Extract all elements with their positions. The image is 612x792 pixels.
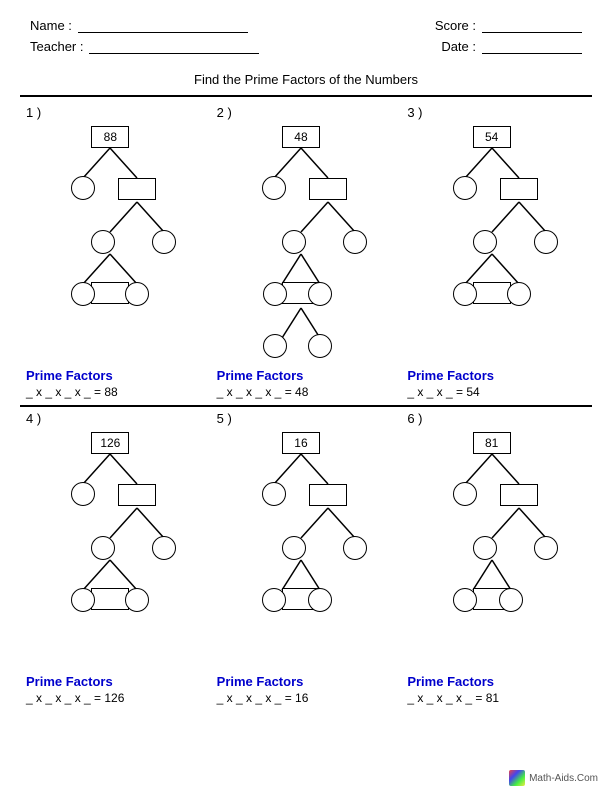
watermark-text: Math-Aids.Com	[529, 773, 598, 784]
problem-6-tree: 81	[427, 428, 567, 668]
node-circle-6-1a	[453, 482, 477, 506]
node-48: 48	[282, 126, 320, 148]
node-54: 54	[473, 126, 511, 148]
node-rect-3-3	[473, 282, 511, 304]
node-circle-6-2a	[473, 536, 497, 560]
node-126: 126	[91, 432, 129, 454]
date-label: Date :	[441, 39, 476, 54]
watermark: Math-Aids.Com	[509, 770, 598, 786]
node-circle-2-1a	[262, 176, 286, 200]
problem-5-pf-eq: _ x _ x _ x _ = 16	[217, 691, 396, 705]
node-circle-2-3a	[263, 282, 287, 306]
node-rect-4-3	[91, 588, 129, 610]
node-circle-3b	[125, 282, 149, 306]
node-circle-6-2b	[534, 536, 558, 560]
problem-4: 4 ) 126 Prime Factors	[20, 407, 211, 709]
node-16: 16	[282, 432, 320, 454]
problem-2-number: 2 )	[217, 105, 396, 120]
node-circle-2b	[152, 230, 176, 254]
node-rect-3-1b	[500, 178, 538, 200]
problem-4-tree: 126	[45, 428, 185, 668]
problem-1: 1 ) 88	[20, 101, 211, 403]
watermark-logo	[509, 770, 525, 786]
node-circle-2-3b	[308, 282, 332, 306]
node-circle-5-2a	[282, 536, 306, 560]
node-circle-2-2a	[282, 230, 306, 254]
problem-3-pf-eq: _ x _ x _ = 54	[407, 385, 586, 399]
node-circle-3-3b	[507, 282, 531, 306]
date-field: Date :	[441, 39, 582, 54]
node-rect-3a	[91, 282, 129, 304]
teacher-field: Teacher :	[30, 39, 259, 54]
node-rect-1b	[118, 178, 156, 200]
name-underline	[78, 19, 248, 33]
problem-6-pf-eq: _ x _ x _ x _ = 81	[407, 691, 586, 705]
problem-5-tree: 16	[236, 428, 376, 668]
problem-2-pf-label: Prime Factors	[217, 368, 396, 383]
node-circle-2-4a	[263, 334, 287, 358]
node-rect-6-1b	[500, 484, 538, 506]
problem-5-number: 5 )	[217, 411, 396, 426]
score-field: Score :	[435, 18, 582, 33]
teacher-underline	[89, 40, 259, 54]
node-circle-2a	[91, 230, 115, 254]
problem-4-pf-eq: _ x _ x _ x _ = 126	[26, 691, 205, 705]
node-circle-2-4b	[308, 334, 332, 358]
problems-grid-top: 1 ) 88	[20, 101, 592, 403]
node-circle-5-3b	[308, 588, 332, 612]
name-field: Name :	[30, 18, 248, 33]
node-circle-4-2b	[152, 536, 176, 560]
problem-2-pf-eq: _ x _ x _ x _ = 48	[217, 385, 396, 399]
node-rect-2-1b	[309, 178, 347, 200]
node-circle-4-3b	[125, 588, 149, 612]
score-label: Score :	[435, 18, 476, 33]
node-circle-6-3b	[499, 588, 523, 612]
node-circle-3-2b	[534, 230, 558, 254]
node-circle-3-1a	[453, 176, 477, 200]
node-circle-5-1a	[262, 482, 286, 506]
node-rect-5-1b	[309, 484, 347, 506]
problem-3: 3 ) 54 Prime Factors	[401, 101, 592, 403]
node-88: 88	[91, 126, 129, 148]
node-circle-3-2a	[473, 230, 497, 254]
name-label: Name :	[30, 18, 72, 33]
node-circle-4-2a	[91, 536, 115, 560]
teacher-label: Teacher :	[30, 39, 83, 54]
problems-section-top: 1 ) 88	[0, 97, 612, 405]
problem-2-tree: 48	[236, 122, 376, 362]
node-circle-4-1a	[71, 482, 95, 506]
problem-2: 2 ) 48	[211, 101, 402, 403]
problem-6: 6 ) 81 Prime Factors	[401, 407, 592, 709]
node-circle-1a	[71, 176, 95, 200]
node-circle-5-3a	[262, 588, 286, 612]
problem-5-pf-label: Prime Factors	[217, 674, 396, 689]
node-rect-4-1b	[118, 484, 156, 506]
score-underline	[482, 19, 582, 33]
problem-1-pf-label: Prime Factors	[26, 368, 205, 383]
problems-section-bottom: 4 ) 126 Prime Factors	[0, 407, 612, 709]
problem-5: 5 ) 16 Prime Factors	[211, 407, 402, 709]
problem-1-tree: 88	[45, 122, 185, 362]
problem-3-number: 3 )	[407, 105, 586, 120]
problem-6-number: 6 )	[407, 411, 586, 426]
date-underline	[482, 40, 582, 54]
problem-4-number: 4 )	[26, 411, 205, 426]
problem-1-number: 1 )	[26, 105, 205, 120]
node-circle-3-3a	[453, 282, 477, 306]
problem-3-pf-label: Prime Factors	[407, 368, 586, 383]
problem-6-pf-label: Prime Factors	[407, 674, 586, 689]
header-row-1: Name : Score :	[30, 18, 582, 33]
problem-3-tree: 54	[427, 122, 567, 362]
problem-4-pf-label: Prime Factors	[26, 674, 205, 689]
header: Name : Score : Teacher : Date :	[0, 0, 612, 68]
problems-grid-bottom: 4 ) 126 Prime Factors	[20, 407, 592, 709]
node-81: 81	[473, 432, 511, 454]
node-circle-2-2b	[343, 230, 367, 254]
problem-1-pf-eq: _ x _ x _ x _ = 88	[26, 385, 205, 399]
header-row-2: Teacher : Date :	[30, 39, 582, 54]
worksheet-title: Find the Prime Factors of the Numbers	[0, 72, 612, 87]
node-circle-5-2b	[343, 536, 367, 560]
node-circle-6-3a	[453, 588, 477, 612]
